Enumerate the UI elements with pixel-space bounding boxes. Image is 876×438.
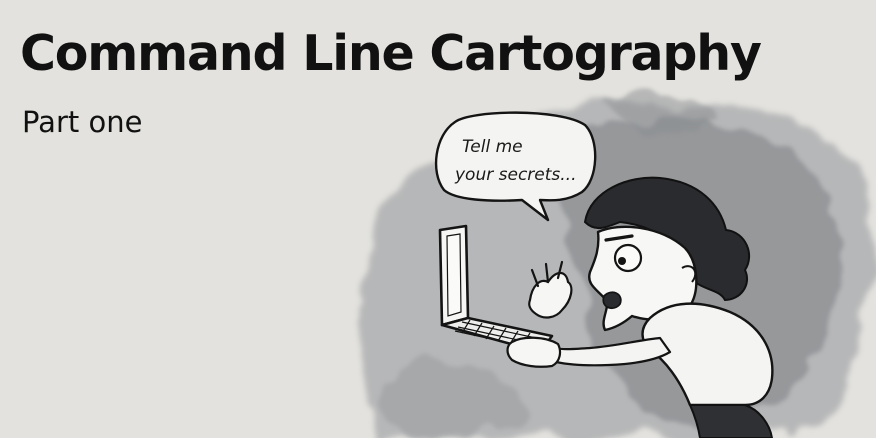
cartoon-illustration: Tell me your secrets... bbox=[358, 92, 876, 438]
page-title: Command Line Cartography bbox=[20, 25, 762, 82]
banner: Command Line Cartography Part one Tell m… bbox=[0, 0, 876, 438]
speech-bubble-line-2: your secrets... bbox=[454, 165, 576, 185]
page-subtitle: Part one bbox=[22, 105, 143, 139]
speech-bubble-line-1: Tell me bbox=[462, 137, 523, 157]
